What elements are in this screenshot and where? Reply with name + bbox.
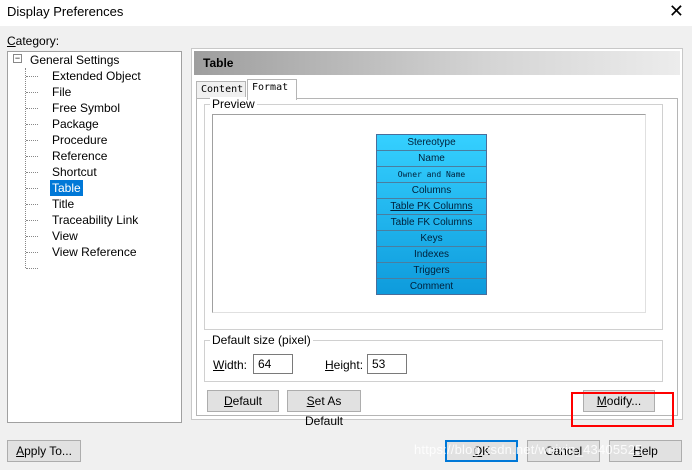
tree-branch (26, 156, 38, 157)
tree-connector (25, 68, 26, 268)
close-icon[interactable]: ✕ (669, 0, 684, 22)
default-size-group: Default size (pixel) Width: 64 Height: 5… (204, 333, 663, 382)
symbol-row-table-pk-columns: Table PK Columns (377, 199, 486, 215)
collapse-icon[interactable]: − (13, 54, 22, 63)
settings-panel: Table Content Format Preview Stereotype … (191, 48, 683, 428)
format-tab-body: Preview Stereotype Name Owner and Name C… (196, 97, 678, 428)
tab-format[interactable]: Format (247, 79, 297, 100)
category-tree[interactable]: − General Settings Extended Object File … (7, 51, 182, 423)
highlight-annotation (571, 392, 674, 427)
height-label: Height: (325, 358, 364, 372)
symbol-row-name: Name (377, 151, 486, 167)
apply-to-button[interactable]: Apply To... (7, 440, 81, 462)
tree-branch (26, 204, 38, 205)
tree-branch (26, 92, 38, 93)
width-input[interactable]: 64 (253, 354, 293, 374)
tree-branch (26, 268, 38, 269)
set-as-default-button[interactable]: Set As Default (287, 390, 361, 428)
tree-branch (26, 140, 38, 141)
symbol-row-stereotype: Stereotype (377, 135, 486, 151)
tree-item-package[interactable]: Package (52, 116, 99, 132)
symbol-row-comment: Comment (409, 281, 454, 292)
tree-branch (26, 124, 38, 125)
tree-item-view-reference[interactable]: View Reference (52, 244, 137, 260)
symbol-row-owner-and-name: Owner and Name (377, 167, 486, 183)
preview-group: Preview Stereotype Name Owner and Name C… (204, 97, 663, 330)
tree-branch (26, 220, 38, 221)
symbol-row-indexes: Indexes (377, 247, 486, 263)
window-title: Display Preferences (7, 4, 124, 19)
tree-branch (26, 188, 38, 189)
tree-item-procedure[interactable]: Procedure (52, 132, 107, 148)
tree-item-title[interactable]: Title (52, 196, 74, 212)
symbol-row-keys: Keys (377, 231, 486, 247)
tree-item-free-symbol[interactable]: Free Symbol (52, 100, 120, 116)
tree-item-general-settings[interactable]: General Settings (30, 52, 119, 68)
tree-item-extended-object[interactable]: Extended Object (52, 68, 141, 84)
panel-header: Table (194, 51, 680, 75)
title-bar: Display Preferences ✕ (0, 0, 692, 26)
preview-canvas: Stereotype Name Owner and Name Columns T… (212, 114, 646, 313)
default-button[interactable]: Default (207, 390, 279, 412)
tree-item-file[interactable]: File (52, 84, 71, 100)
width-label: Width: (213, 358, 248, 372)
tree-item-shortcut[interactable]: Shortcut (52, 164, 97, 180)
tree-branch (26, 76, 38, 77)
category-label: Category: (7, 34, 60, 48)
symbol-row-triggers: Triggers (377, 263, 486, 279)
symbol-row-columns: Columns (377, 183, 486, 199)
watermark: https://blog.csdn.net/weixin_43405525 (414, 442, 643, 457)
table-symbol-preview: Stereotype Name Owner and Name Columns T… (376, 134, 487, 295)
tree-branch (26, 172, 38, 173)
tree-branch (26, 236, 38, 237)
symbol-row-table-fk-columns: Table FK Columns (377, 215, 486, 231)
tree-item-reference[interactable]: Reference (52, 148, 107, 164)
tree-item-traceability-link[interactable]: Traceability Link (52, 212, 138, 228)
tree-item-view[interactable]: View (52, 228, 78, 244)
tree-branch (26, 108, 38, 109)
default-size-label: Default size (pixel) (210, 333, 313, 347)
tree-branch (26, 252, 38, 253)
height-input[interactable]: 53 (367, 354, 407, 374)
tree-item-table[interactable]: Table (50, 180, 83, 196)
